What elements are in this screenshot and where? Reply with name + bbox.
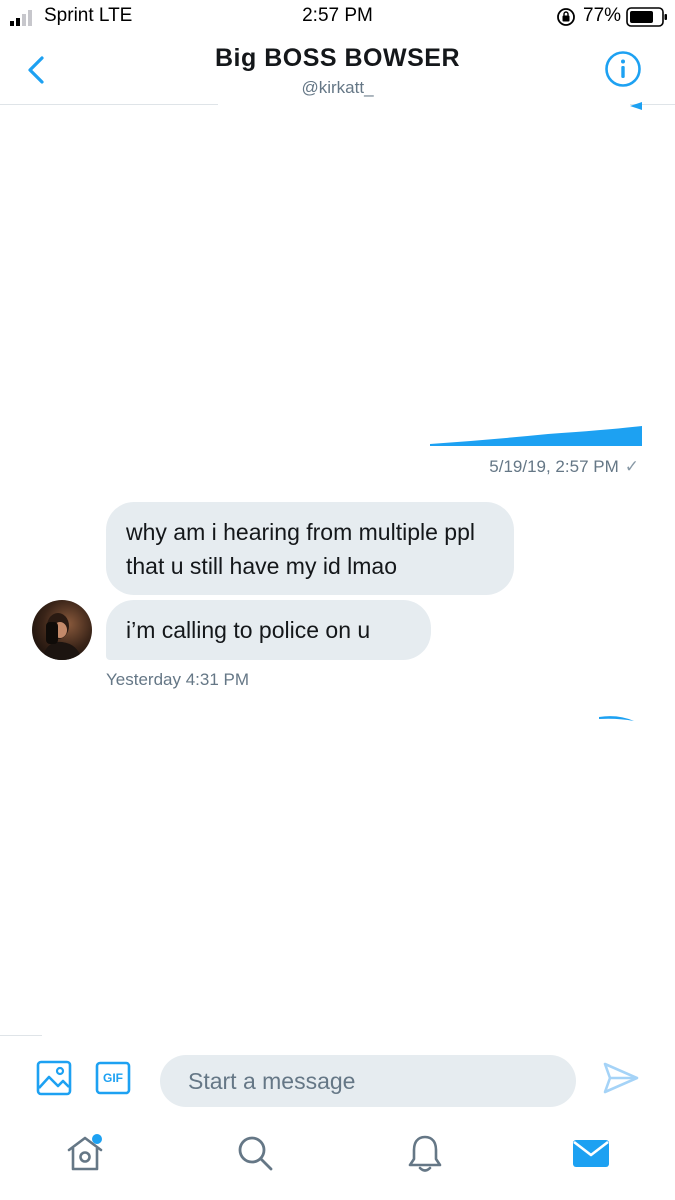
- sent-timestamp: 5/19/19, 2:57 PM: [489, 457, 619, 476]
- notifications-icon[interactable]: [404, 1132, 446, 1174]
- sent-message-bubble[interactable]: [428, 424, 644, 448]
- check-icon: ✓: [624, 457, 639, 476]
- send-icon[interactable]: [602, 1060, 640, 1096]
- partial-render-fragment: [599, 716, 634, 721]
- battery-percentage: 77%: [583, 5, 622, 26]
- status-bar: Sprint LTE 2:57 PM 77%: [0, 0, 675, 34]
- partial-render-fragment: [630, 102, 642, 110]
- gif-button[interactable]: GIF: [95, 1061, 131, 1095]
- conversation-header: Big BOSS BOWSER @kirkatt_: [0, 34, 675, 106]
- header-divider: [0, 104, 218, 105]
- message-input[interactable]: [160, 1055, 576, 1107]
- message-text: i’m calling to police on u: [126, 617, 371, 643]
- unread-dot: [92, 1134, 102, 1144]
- conversation-title[interactable]: Big BOSS BOWSER: [0, 44, 675, 73]
- received-message-bubble[interactable]: why am i hearing from multiple ppl that …: [106, 502, 514, 595]
- sent-message-meta: 5/19/19, 2:57 PM ✓: [489, 457, 639, 477]
- gif-label: GIF: [103, 1071, 123, 1085]
- battery-icon: [626, 7, 667, 27]
- search-icon[interactable]: [234, 1132, 276, 1174]
- received-timestamp: Yesterday 4:31 PM: [106, 670, 250, 689]
- orientation-lock-icon: [557, 8, 575, 26]
- conversation-handle[interactable]: @kirkatt_: [0, 78, 675, 98]
- messages-icon[interactable]: [570, 1132, 612, 1174]
- tab-bar: [0, 1122, 675, 1200]
- info-button[interactable]: [604, 50, 642, 88]
- composer-divider: [0, 1035, 42, 1036]
- message-text: why am i hearing from multiple ppl that …: [126, 519, 475, 579]
- received-message-bubble[interactable]: i’m calling to police on u: [106, 600, 431, 660]
- avatar[interactable]: [32, 600, 92, 660]
- image-icon[interactable]: [36, 1060, 72, 1096]
